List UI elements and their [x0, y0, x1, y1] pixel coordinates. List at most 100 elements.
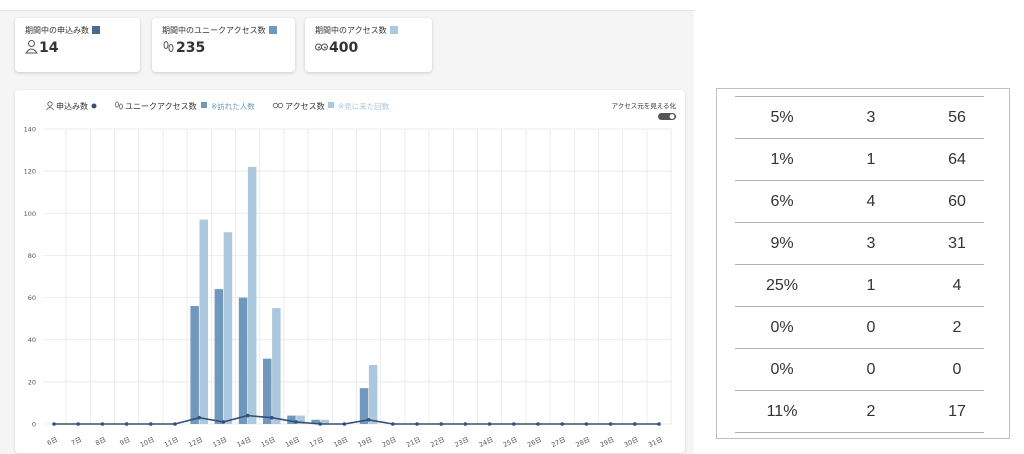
applications-point [294, 420, 298, 424]
applications-point [584, 422, 589, 426]
legend-applications-label: 申込み数 [56, 101, 88, 111]
stats-table: 5% 3 56 1% 1 64 6% 4 60 9% 3 31 25% 1 4 0% 0 2 0% 0 0 11% 2 17 [716, 88, 1010, 439]
x-tick-label: 30日 [623, 436, 640, 449]
table-cell: 31 [948, 235, 966, 252]
table-row: 6% 4 60 [735, 180, 984, 223]
access-source-toggle[interactable] [658, 113, 676, 120]
table-cell: 3 [866, 109, 876, 126]
table-row: 5% 3 56 [735, 96, 984, 139]
legend-unique-swatch [201, 102, 207, 108]
x-tick-label: 24日 [478, 436, 495, 449]
y-tick-label: 120 [24, 168, 36, 176]
applications-point [391, 422, 395, 426]
applications-point [536, 422, 540, 426]
chart-grid: 0 20 40 60 80 100 120 140 [24, 126, 672, 429]
applications-point [318, 422, 323, 426]
table-row: 0% 0 2 [735, 306, 984, 349]
x-tick-label: 8日 [94, 436, 107, 448]
y-tick-label: 140 [24, 126, 36, 134]
table-cell: 0 [952, 361, 962, 378]
applications-point [657, 422, 661, 426]
table-cell: 4 [866, 193, 876, 210]
x-tick-label: 21日 [405, 436, 422, 449]
y-tick-label: 80 [28, 252, 36, 260]
x-tick-label: 16日 [284, 436, 301, 449]
table-cell: 25% [765, 277, 799, 294]
y-tick-label: 20 [28, 378, 36, 386]
applications-point [560, 422, 564, 426]
x-tick-label: 25日 [502, 436, 519, 449]
applications-point [149, 422, 153, 426]
applications-point [415, 422, 419, 426]
x-tick-label: 10日 [139, 436, 156, 449]
table-row: 25% 1 4 [735, 264, 984, 307]
chart-legend: 申込み数 ユニークアクセス数 ※訪れた人数 アクセス数 ※見に来た回数 [46, 101, 390, 111]
legend-access-swatch [328, 102, 334, 108]
y-tick-label: 60 [28, 294, 36, 302]
x-tick-label: 11日 [163, 436, 180, 449]
table-cell: 17 [948, 403, 966, 420]
x-tick-label: 6日 [46, 436, 59, 448]
x-tick-label: 31日 [647, 436, 664, 449]
applications-point [608, 422, 613, 426]
table-cell: 1% [770, 151, 794, 168]
applications-point [197, 415, 201, 420]
x-tick-label: 19日 [357, 436, 374, 449]
access-bar [247, 166, 257, 424]
table-row: 11% 2 17 [735, 390, 984, 433]
x-tick-label: 29日 [599, 436, 616, 449]
x-tick-label: 15日 [260, 436, 277, 449]
table-cell: 2 [952, 319, 962, 336]
table-cell: 0 [866, 319, 876, 336]
table-cell: 56 [948, 109, 966, 126]
chart-x-axis: 6日 7日 8日 9日 10日 11日 12日 13日 14日 15日 16日 17日 18日 19日 20… [46, 436, 664, 449]
x-tick-label: 28日 [574, 436, 591, 449]
applications-point [124, 422, 129, 426]
applications-point [633, 422, 637, 426]
legend-unique-access-label: ユニークアクセス数 [125, 101, 197, 111]
footprints-icon [115, 101, 123, 110]
unique-access-bar [238, 297, 248, 424]
legend-line-marker [91, 103, 97, 109]
applications-point [100, 422, 105, 426]
table-cell: 6% [770, 193, 794, 210]
table-row: 1% 1 64 [735, 138, 984, 181]
applications-point [270, 415, 274, 420]
y-tick-label: 0 [32, 421, 36, 429]
x-tick-label: 7日 [70, 436, 83, 448]
table-row: 0% 0 0 [735, 348, 984, 391]
applications-point [221, 420, 226, 424]
applications-point [439, 422, 444, 426]
y-tick-label: 100 [24, 210, 36, 218]
toggle-knob[interactable] [669, 114, 675, 119]
table-cell: 5% [770, 109, 794, 126]
x-tick-label: 26日 [526, 436, 543, 449]
table-cell: 64 [948, 151, 966, 168]
person-icon [46, 101, 54, 111]
x-tick-label: 23日 [453, 436, 470, 449]
x-tick-label: 9日 [118, 436, 131, 448]
access-chart: 申込み数 ユニークアクセス数 ※訪れた人数 アクセス数 ※見に来た回数 アクセス… [24, 101, 677, 449]
applications-point [245, 413, 250, 418]
table-cell: 0% [770, 361, 794, 378]
table-cell: 0 [866, 361, 876, 378]
legend-unique-note: ※訪れた人数 [211, 101, 255, 111]
table-cell: 2 [866, 403, 876, 420]
access-bar [199, 219, 208, 424]
applications-point [76, 422, 80, 426]
table-cell: 1 [866, 277, 876, 294]
table-cell: 0% [770, 319, 794, 336]
y-tick-label: 40 [28, 336, 36, 344]
x-tick-label: 12日 [187, 436, 204, 449]
x-tick-label: 22日 [429, 436, 446, 449]
x-tick-label: 20日 [381, 436, 398, 449]
table-cell: 3 [866, 235, 876, 252]
access-bar [223, 232, 233, 424]
access-bar [368, 365, 378, 424]
table-cell: 1 [866, 151, 876, 168]
applications-point [52, 422, 56, 426]
unique-access-bar [359, 388, 369, 424]
table-row: 9% 3 31 [735, 222, 984, 265]
toggle-label: アクセス元を見える化 [612, 101, 677, 110]
applications-point [342, 422, 347, 426]
